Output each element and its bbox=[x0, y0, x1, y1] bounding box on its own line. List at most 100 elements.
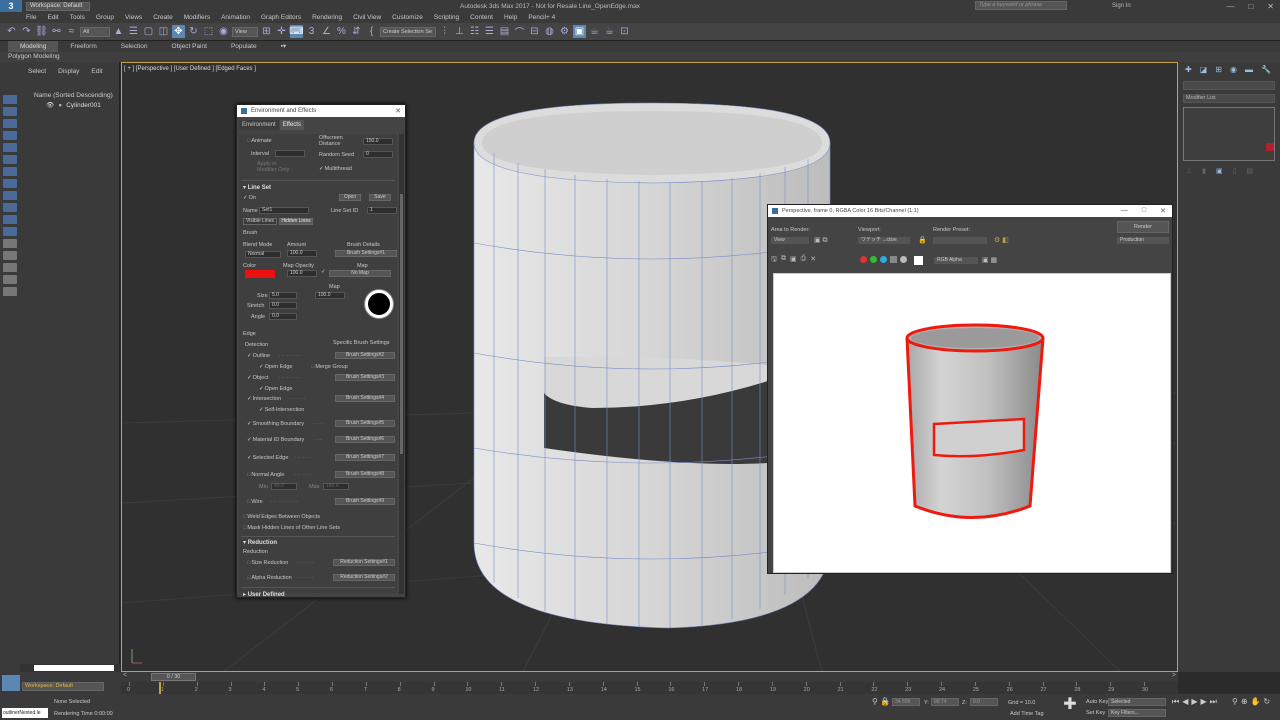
rendered-frame-window-icon[interactable]: ▣ bbox=[573, 25, 586, 38]
workspace-bottom-dropdown[interactable]: Workspace: Default bbox=[22, 682, 104, 691]
monochrome-icon[interactable] bbox=[900, 256, 907, 263]
select-manipulate-icon[interactable]: ✛ bbox=[275, 25, 288, 38]
selected-edge-checkbox[interactable]: Selected Edge bbox=[247, 455, 289, 461]
open-edge-checkbox[interactable]: Open Edge bbox=[259, 364, 293, 370]
modifier-stack[interactable] bbox=[1183, 107, 1275, 161]
scene-scrollbar[interactable] bbox=[20, 664, 120, 672]
pin-stack-icon[interactable]: ⊥ bbox=[1186, 167, 1192, 175]
brush-settings-6-button[interactable]: Brush Settings#6 bbox=[335, 436, 395, 443]
tab-object-paint[interactable]: Object Paint bbox=[160, 41, 219, 52]
edit-named-selection-icon[interactable]: { bbox=[365, 25, 378, 38]
brush-settings-3-button[interactable]: Brush Settings#3 bbox=[335, 374, 395, 381]
merge-group-checkbox[interactable]: Merge Group bbox=[311, 364, 347, 370]
close-icon[interactable]: ✕ bbox=[1267, 2, 1274, 11]
material-id-checkbox[interactable]: Material ID Boundary bbox=[247, 437, 305, 443]
display-toggle-icon[interactable]: ▣ ▦ bbox=[982, 256, 997, 264]
maximize-icon[interactable]: □ bbox=[1142, 207, 1146, 215]
lineset-on-checkbox[interactable]: On bbox=[243, 195, 256, 201]
menu-civil-view[interactable]: Civil View bbox=[353, 14, 381, 21]
smoothing-boundary-checkbox[interactable]: Smoothing Boundary bbox=[247, 421, 304, 427]
modify-tab-icon[interactable]: ◪ bbox=[1200, 65, 1208, 74]
display-frozen-icon[interactable] bbox=[3, 215, 17, 224]
render-button[interactable]: Render bbox=[1117, 221, 1169, 233]
mirror-icon[interactable]: ⫶ bbox=[438, 25, 451, 38]
size-reduction-checkbox[interactable]: Size Reduction bbox=[247, 560, 288, 566]
keyboard-shortcut-icon[interactable]: ⌨ bbox=[289, 25, 304, 38]
spinner-snap-icon[interactable]: ⇵ bbox=[350, 25, 363, 38]
lineset-id-field[interactable]: 1 bbox=[367, 207, 397, 214]
brush-settings-2-button[interactable]: Brush Settings#2 bbox=[335, 352, 395, 359]
print-icon[interactable]: ⎙ bbox=[801, 255, 807, 266]
brush-settings-5-button[interactable]: Brush Settings#5 bbox=[335, 420, 395, 427]
timeline-ruler[interactable]: 0 1 2 3 4 5 6 7 8 9 10 11 12 13 14 15 16 17 18 19 20 21 22 23 24… bbox=[121, 682, 1178, 694]
y-coord-field[interactable]: 90.74 bbox=[931, 698, 959, 706]
save-image-icon[interactable]: 🖫 bbox=[771, 255, 777, 266]
animate-checkbox[interactable]: Animate bbox=[247, 138, 271, 144]
add-key-icon[interactable]: ✚ bbox=[1062, 697, 1078, 713]
display-geometry-icon[interactable] bbox=[3, 95, 17, 104]
clone-window-icon[interactable]: ▣ bbox=[790, 255, 797, 266]
clear-icon[interactable]: ✕ bbox=[810, 255, 816, 266]
sign-in-link[interactable]: Sign In bbox=[1112, 3, 1131, 9]
set-key-button[interactable]: Set Key bbox=[1086, 710, 1105, 716]
placement-icon[interactable]: ◉ bbox=[217, 25, 230, 38]
background-swatch[interactable] bbox=[914, 256, 923, 265]
map-opacity-field[interactable]: 100.0 bbox=[287, 270, 317, 277]
lineset-section-title[interactable]: ▾ Line Set bbox=[243, 184, 271, 191]
ribbon-subpanel[interactable]: Polygon Modeling bbox=[0, 52, 1280, 62]
time-slider-next-icon[interactable]: > bbox=[1172, 672, 1176, 679]
display-containers-icon[interactable] bbox=[3, 203, 17, 212]
create-tab-icon[interactable]: ✚ bbox=[1185, 65, 1192, 74]
menu-file[interactable]: File bbox=[26, 14, 36, 21]
display-hidden-icon[interactable] bbox=[3, 227, 17, 236]
tab-populate[interactable]: Populate bbox=[219, 41, 269, 52]
brush-settings-8-button[interactable]: Brush Settings#8 bbox=[335, 471, 395, 478]
minimize-icon[interactable]: — bbox=[1121, 207, 1128, 215]
menu-views[interactable]: Views bbox=[125, 14, 142, 21]
scene-explorer-icon[interactable]: ☰ bbox=[483, 25, 496, 38]
interval-field[interactable] bbox=[275, 150, 305, 157]
display-spacewarps-icon[interactable] bbox=[3, 155, 17, 164]
key-filters-button[interactable]: Key Filters... bbox=[1108, 709, 1166, 717]
remove-modifier-icon[interactable]: ▯ bbox=[1233, 167, 1237, 175]
production-dropdown[interactable]: Production bbox=[1117, 237, 1169, 244]
display-invert-icon[interactable] bbox=[3, 263, 17, 272]
add-time-tag[interactable]: Add Time Tag bbox=[1010, 711, 1044, 717]
tab-freeform[interactable]: Freeform bbox=[58, 41, 108, 52]
modifier-list-dropdown[interactable]: Modifier List bbox=[1183, 94, 1275, 103]
display-tab-icon[interactable]: ▬ bbox=[1245, 65, 1253, 74]
named-selection-dropdown[interactable]: Create Selection Se bbox=[380, 26, 436, 37]
show-end-result-icon[interactable]: ▮ bbox=[1202, 167, 1206, 175]
zoom-all-icon[interactable]: ⊕ bbox=[1241, 697, 1248, 706]
material-editor-icon[interactable]: ◍ bbox=[543, 25, 556, 38]
green-channel-icon[interactable] bbox=[870, 256, 877, 263]
time-slider[interactable]: 0 / 30 bbox=[151, 673, 196, 681]
menu-content[interactable]: Content bbox=[470, 14, 493, 21]
go-to-end-icon[interactable]: ⏭ bbox=[1210, 697, 1217, 707]
column-header-name[interactable]: Name (Sorted Descending) bbox=[20, 92, 119, 99]
time-slider-track[interactable]: 0 / 30 > < bbox=[121, 672, 1178, 682]
select-scale-icon[interactable]: ⬚ bbox=[202, 25, 215, 38]
list-item[interactable]: 👁 ● Cylinder001 bbox=[20, 101, 119, 110]
channel-dropdown[interactable]: RGB Alpha bbox=[934, 257, 978, 264]
normal-angle-checkbox[interactable]: Normal Angle bbox=[247, 472, 284, 478]
copy-image-icon[interactable]: ⧉ bbox=[781, 255, 786, 266]
workspace-dropdown[interactable]: Workspace: Default bbox=[26, 1, 90, 11]
lineset-name-field[interactable]: Set1 bbox=[259, 207, 309, 214]
size-map-field[interactable]: 100.0 bbox=[315, 292, 345, 299]
menu-edit[interactable]: Edit bbox=[47, 14, 58, 21]
render-online-icon[interactable]: ⊡ bbox=[618, 25, 631, 38]
open-button[interactable]: Open bbox=[339, 194, 361, 201]
unlink-icon[interactable]: ⚯ bbox=[50, 25, 63, 38]
utilities-tab-icon[interactable]: 🔧 bbox=[1261, 65, 1271, 74]
scene-menu-select[interactable]: Select bbox=[28, 68, 46, 75]
lock-icon[interactable] bbox=[3, 287, 17, 296]
snaps-toggle-icon[interactable]: 3 bbox=[305, 25, 318, 38]
menu-group[interactable]: Group bbox=[96, 14, 114, 21]
motion-tab-icon[interactable]: ◉ bbox=[1230, 65, 1237, 74]
display-groups-icon[interactable] bbox=[3, 167, 17, 176]
display-lights-icon[interactable] bbox=[3, 119, 17, 128]
align-icon[interactable]: ⊥ bbox=[453, 25, 466, 38]
percent-snap-icon[interactable]: % bbox=[335, 25, 348, 38]
next-frame-icon[interactable]: ▶ bbox=[1201, 697, 1207, 707]
